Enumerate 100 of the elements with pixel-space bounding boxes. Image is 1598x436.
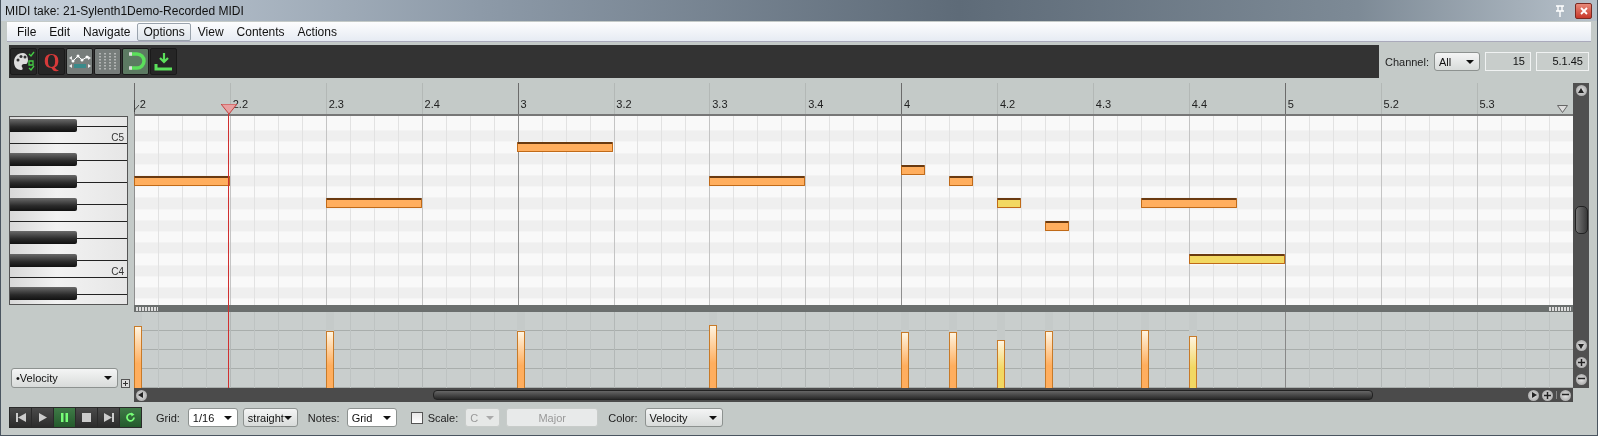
- velocity-track[interactable]: [1188, 312, 1197, 388]
- add-lane-icon[interactable]: [121, 379, 130, 388]
- piano-key[interactable]: [10, 231, 77, 245]
- forward-icon: [103, 413, 114, 422]
- zoom-out-button[interactable]: [1575, 374, 1587, 385]
- repeat-icon: [125, 412, 136, 423]
- play-button[interactable]: [32, 408, 53, 427]
- insert-button[interactable]: [150, 48, 177, 75]
- piano-key[interactable]: [10, 287, 77, 301]
- forward-button[interactable]: [98, 408, 119, 427]
- plus-icon: [1577, 359, 1585, 366]
- velocity-track[interactable]: [133, 312, 142, 388]
- ruler-label: 3: [520, 98, 527, 110]
- notes-mode-dropdown[interactable]: Grid: [346, 408, 397, 427]
- menu-item[interactable]: Options: [137, 22, 191, 41]
- scroll-right-button[interactable]: [1528, 389, 1539, 401]
- velocity-bar[interactable]: [949, 331, 957, 388]
- scroll-thumb[interactable]: [432, 390, 1373, 400]
- notes-label: Notes:: [307, 411, 340, 424]
- menu-item[interactable]: Edit: [43, 22, 77, 41]
- snap-button[interactable]: [122, 48, 149, 75]
- zoom-in-button[interactable]: [1542, 389, 1553, 401]
- midi-note[interactable]: [709, 175, 806, 186]
- scroll-down-button[interactable]: [1575, 340, 1587, 351]
- envelope-button[interactable]: [66, 48, 93, 75]
- note-count-field: 15: [1485, 52, 1531, 71]
- piano-key[interactable]: [10, 119, 77, 133]
- zoom-out-button[interactable]: [1560, 389, 1571, 401]
- scroll-thumb[interactable]: [1574, 206, 1588, 234]
- menu-item[interactable]: Contents: [230, 22, 291, 41]
- velocity-bar[interactable]: [1044, 331, 1053, 388]
- velocity-track[interactable]: [709, 312, 718, 388]
- rewind-button[interactable]: [10, 408, 31, 427]
- scroll-up-button[interactable]: [1575, 85, 1587, 96]
- zoom-in-button[interactable]: [1575, 357, 1587, 368]
- palette-button[interactable]: [10, 48, 37, 75]
- down-arrow-icon: [1578, 342, 1584, 349]
- velocity-bar[interactable]: [1140, 330, 1149, 388]
- velocity-track[interactable]: [1140, 312, 1149, 388]
- velocity-bar[interactable]: [996, 340, 1005, 388]
- midi-note[interactable]: [996, 198, 1021, 209]
- piano-keyboard[interactable]: C5 C4: [9, 116, 128, 305]
- close-button[interactable]: [1575, 2, 1592, 19]
- piano-key[interactable]: [10, 253, 77, 267]
- vertical-scrollbar[interactable]: [1573, 83, 1589, 388]
- menu-item[interactable]: Navigate: [77, 22, 137, 41]
- grip-icon[interactable]: [1549, 306, 1571, 311]
- velocity-track[interactable]: [1044, 312, 1053, 388]
- menu-item[interactable]: Actions: [291, 22, 343, 41]
- repeat-button[interactable]: [120, 408, 141, 427]
- color-label: Color:: [608, 411, 638, 424]
- velocity-bar[interactable]: [901, 331, 910, 388]
- midi-note[interactable]: [1140, 198, 1237, 209]
- ruler-label: 2: [139, 98, 146, 110]
- right-arrow-icon: [1530, 392, 1537, 398]
- midi-note[interactable]: [133, 175, 230, 186]
- ruler-label: 4.3: [1095, 98, 1112, 110]
- midi-note[interactable]: [1044, 220, 1069, 231]
- velocity-track[interactable]: [901, 312, 910, 388]
- piano-key[interactable]: [10, 175, 77, 189]
- velocity-bar[interactable]: [325, 331, 334, 388]
- pause-button[interactable]: [54, 408, 75, 427]
- midi-note[interactable]: [901, 164, 925, 175]
- start-marker-icon[interactable]: [133, 100, 139, 112]
- velocity-track[interactable]: [996, 312, 1005, 388]
- midi-note[interactable]: [325, 198, 422, 209]
- end-marker-icon[interactable]: [1557, 105, 1568, 113]
- grid-button[interactable]: [94, 48, 121, 75]
- horizontal-scrollbar[interactable]: [133, 388, 1573, 402]
- color-mode-dropdown[interactable]: Velocity: [644, 408, 723, 427]
- menu-item[interactable]: View: [191, 22, 230, 41]
- channel-dropdown[interactable]: All: [1434, 52, 1480, 71]
- up-arrow-icon: [1578, 87, 1584, 94]
- ruler-label: 2.4: [424, 98, 440, 110]
- scale-checkbox[interactable]: [410, 411, 423, 424]
- grip-icon[interactable]: [135, 306, 158, 311]
- velocity-bar[interactable]: [1188, 336, 1197, 388]
- position-field: 5.1.45: [1536, 52, 1589, 71]
- midi-note[interactable]: [1188, 254, 1285, 265]
- scroll-left-button[interactable]: [135, 389, 147, 401]
- ruler-label: 3.2: [616, 98, 632, 110]
- lane-dropdown[interactable]: •Velocity: [11, 368, 118, 388]
- stop-button[interactable]: [76, 408, 97, 427]
- velocity-track[interactable]: [949, 312, 957, 388]
- close-icon: [1579, 6, 1588, 15]
- grid-type-dropdown[interactable]: straight: [242, 408, 298, 427]
- ruler-label: 5.3: [1479, 98, 1495, 110]
- menu-item[interactable]: File: [11, 22, 43, 41]
- midi-note[interactable]: [517, 142, 614, 153]
- piano-key[interactable]: [10, 197, 77, 211]
- window-title: MIDI take: 21-Sylenth1Demo-Recorded MIDI: [5, 3, 244, 18]
- velocity-bar[interactable]: [517, 331, 526, 388]
- scale-label: Scale:: [427, 411, 459, 424]
- rewind-icon: [15, 413, 26, 422]
- midi-note[interactable]: [949, 175, 973, 186]
- velocity-track[interactable]: [517, 312, 526, 388]
- grid-size-dropdown[interactable]: 1/16: [187, 408, 238, 427]
- pause-icon: [60, 413, 69, 422]
- velocity-track[interactable]: [325, 312, 334, 388]
- velocity-bar[interactable]: [709, 324, 718, 388]
